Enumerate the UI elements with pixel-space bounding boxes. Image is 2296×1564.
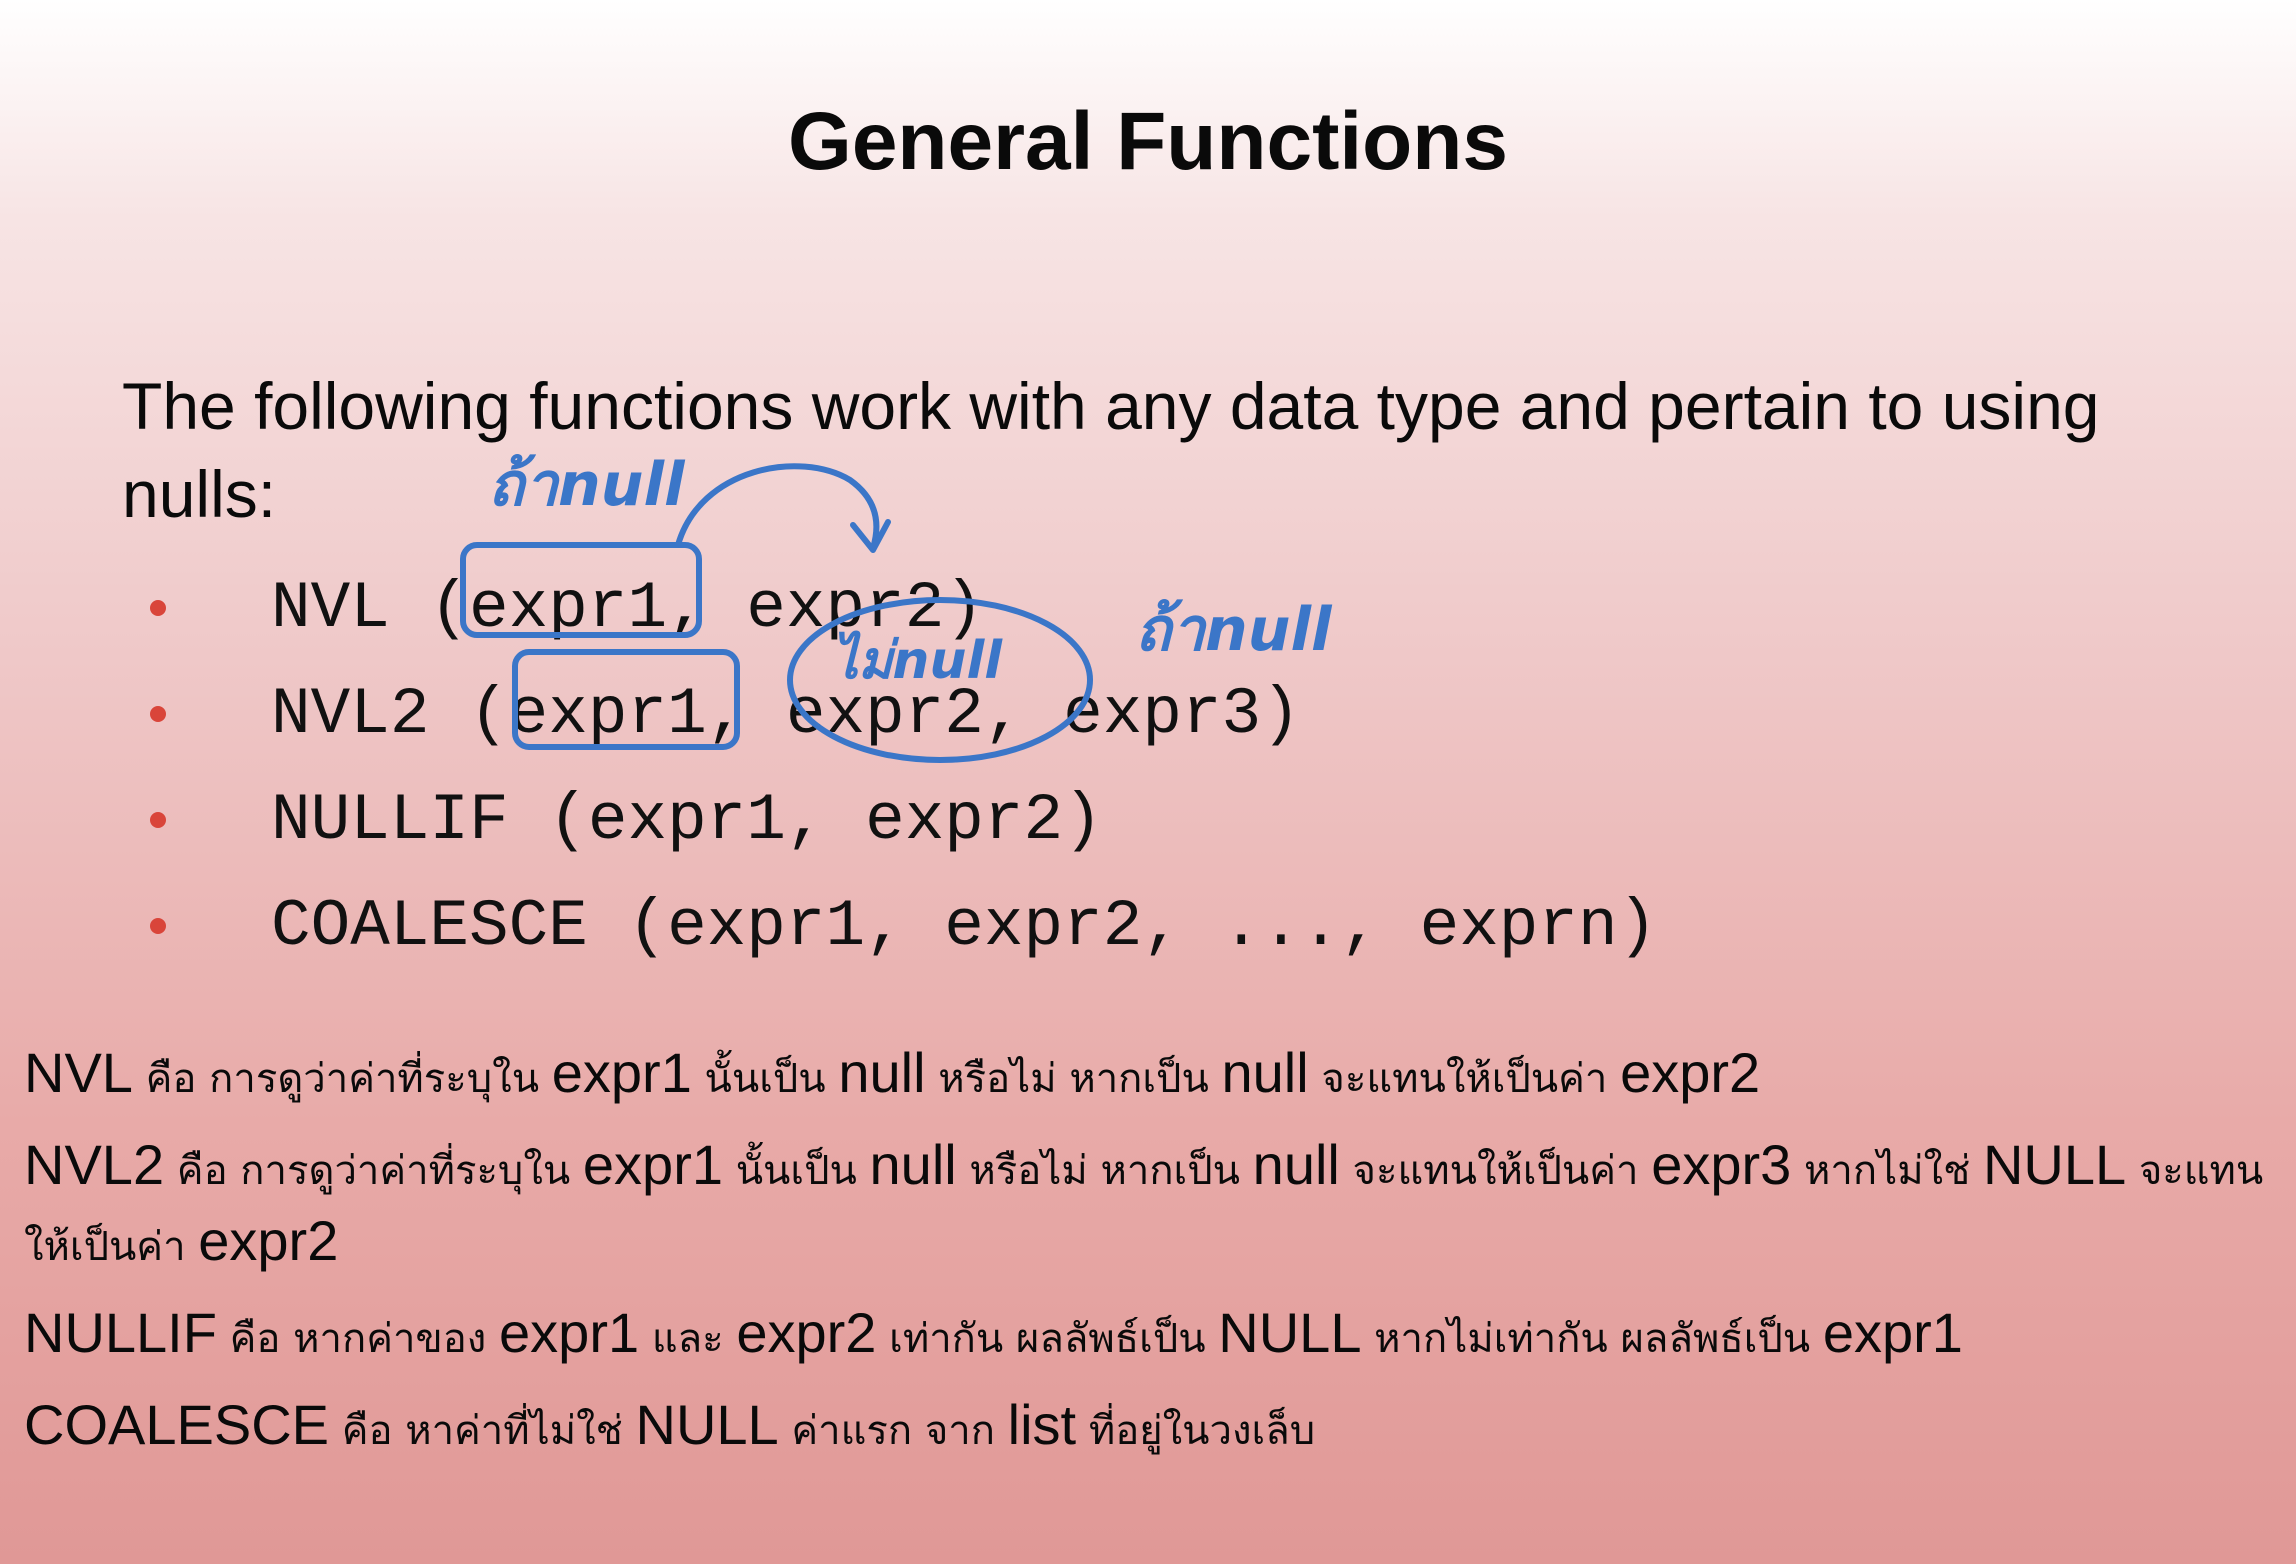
- note-term: expr2: [198, 1209, 339, 1272]
- note-term: null: [869, 1133, 957, 1196]
- note-thai-text: คือ การดูว่าค่าที่ระบุใน: [164, 1148, 583, 1194]
- note-thai-text: หรือไม่ หากเป็น: [956, 1148, 1253, 1194]
- note-term: expr1: [551, 1041, 692, 1104]
- note-coalesce: COALESCE คือ หาค่าที่ไม่ใช่ NULL ค่าแรก …: [24, 1390, 2274, 1466]
- note-term: list: [1007, 1393, 1077, 1456]
- note-thai-text: นั้นเป็น: [691, 1056, 839, 1102]
- note-term: expr1: [499, 1301, 640, 1364]
- thai-notes: NVL คือ การดูว่าค่าที่ระบุใน expr1 นั้นเ…: [24, 1038, 2274, 1482]
- note-term: NULL: [1218, 1301, 1362, 1364]
- list-item-nullif: NULLIF (expr1, expr2): [150, 767, 1657, 873]
- function-signature: NULLIF (expr1, expr2): [271, 782, 1103, 858]
- note-term: null: [1221, 1041, 1309, 1104]
- note-thai-text: เท่ากัน ผลลัพธ์เป็น: [876, 1316, 1219, 1362]
- note-thai-text: คือ หากค่าของ: [216, 1316, 500, 1362]
- note-term: NULLIF: [24, 1301, 217, 1364]
- intro-text: The following functions work with any da…: [122, 369, 2100, 531]
- note-nvl: NVL คือ การดูว่าค่าที่ระบุใน expr1 นั้นเ…: [24, 1038, 2274, 1114]
- function-signature: NVL2 (expr1, expr2, expr3): [271, 676, 1301, 752]
- bullet-icon: [150, 600, 166, 616]
- bullet-icon: [150, 706, 166, 722]
- note-term: expr1: [1822, 1301, 1963, 1364]
- note-term: expr3: [1651, 1133, 1792, 1196]
- note-term: expr1: [582, 1133, 723, 1196]
- note-thai-text: คือ การดูว่าค่าที่ระบุใน: [132, 1056, 552, 1102]
- note-nullif: NULLIF คือ หากค่าของ expr1 และ expr2 เท่…: [24, 1298, 2274, 1374]
- slide-title: General Functions: [788, 96, 1508, 187]
- list-item-nvl: NVL (expr1, expr2): [150, 555, 1657, 661]
- note-thai-text: ที่อยู่ในวงเล็บ: [1076, 1408, 1316, 1454]
- note-thai-text: จะแทนให้เป็นค่า: [1308, 1056, 1621, 1102]
- note-thai-text: หากไม่เท่ากัน ผลลัพธ์เป็น: [1361, 1316, 1823, 1362]
- bullet-icon: [150, 812, 166, 828]
- note-thai-text: ค่าแรก จาก: [778, 1408, 1008, 1454]
- note-term: NULL: [1982, 1133, 2127, 1196]
- note-thai-text: นั้นเป็น: [723, 1148, 870, 1194]
- list-item-nvl2: NVL2 (expr1, expr2, expr3): [150, 661, 1657, 767]
- note-term: expr2: [736, 1301, 877, 1364]
- note-nvl2: NVL2 คือ การดูว่าค่าที่ระบุใน expr1 นั้น…: [24, 1130, 2274, 1282]
- note-term: null: [1252, 1133, 1340, 1196]
- note-thai-text: หรือไม่ หากเป็น: [925, 1056, 1222, 1102]
- note-thai-text: และ: [639, 1316, 737, 1362]
- list-item-coalesce: COALESCE (expr1, expr2, ..., exprn): [150, 873, 1657, 979]
- note-thai-text: คือ หาค่าที่ไม่ใช่: [329, 1408, 636, 1454]
- note-term: expr2: [1620, 1041, 1761, 1104]
- function-list: NVL (expr1, expr2) NVL2 (expr1, expr2, e…: [150, 555, 1657, 979]
- note-thai-text: จะแทนให้เป็นค่า: [1339, 1148, 1652, 1194]
- note-term: NVL: [24, 1041, 133, 1104]
- function-signature: COALESCE (expr1, expr2, ..., exprn): [271, 888, 1658, 964]
- function-signature: NVL (expr1, expr2): [271, 570, 984, 646]
- bullet-icon: [150, 918, 166, 934]
- note-term: COALESCE: [24, 1393, 329, 1456]
- note-term: null: [838, 1041, 926, 1104]
- note-term: NULL: [635, 1393, 779, 1456]
- note-term: NVL2: [24, 1133, 165, 1196]
- note-thai-text: หากไม่ใช่: [1791, 1148, 1983, 1194]
